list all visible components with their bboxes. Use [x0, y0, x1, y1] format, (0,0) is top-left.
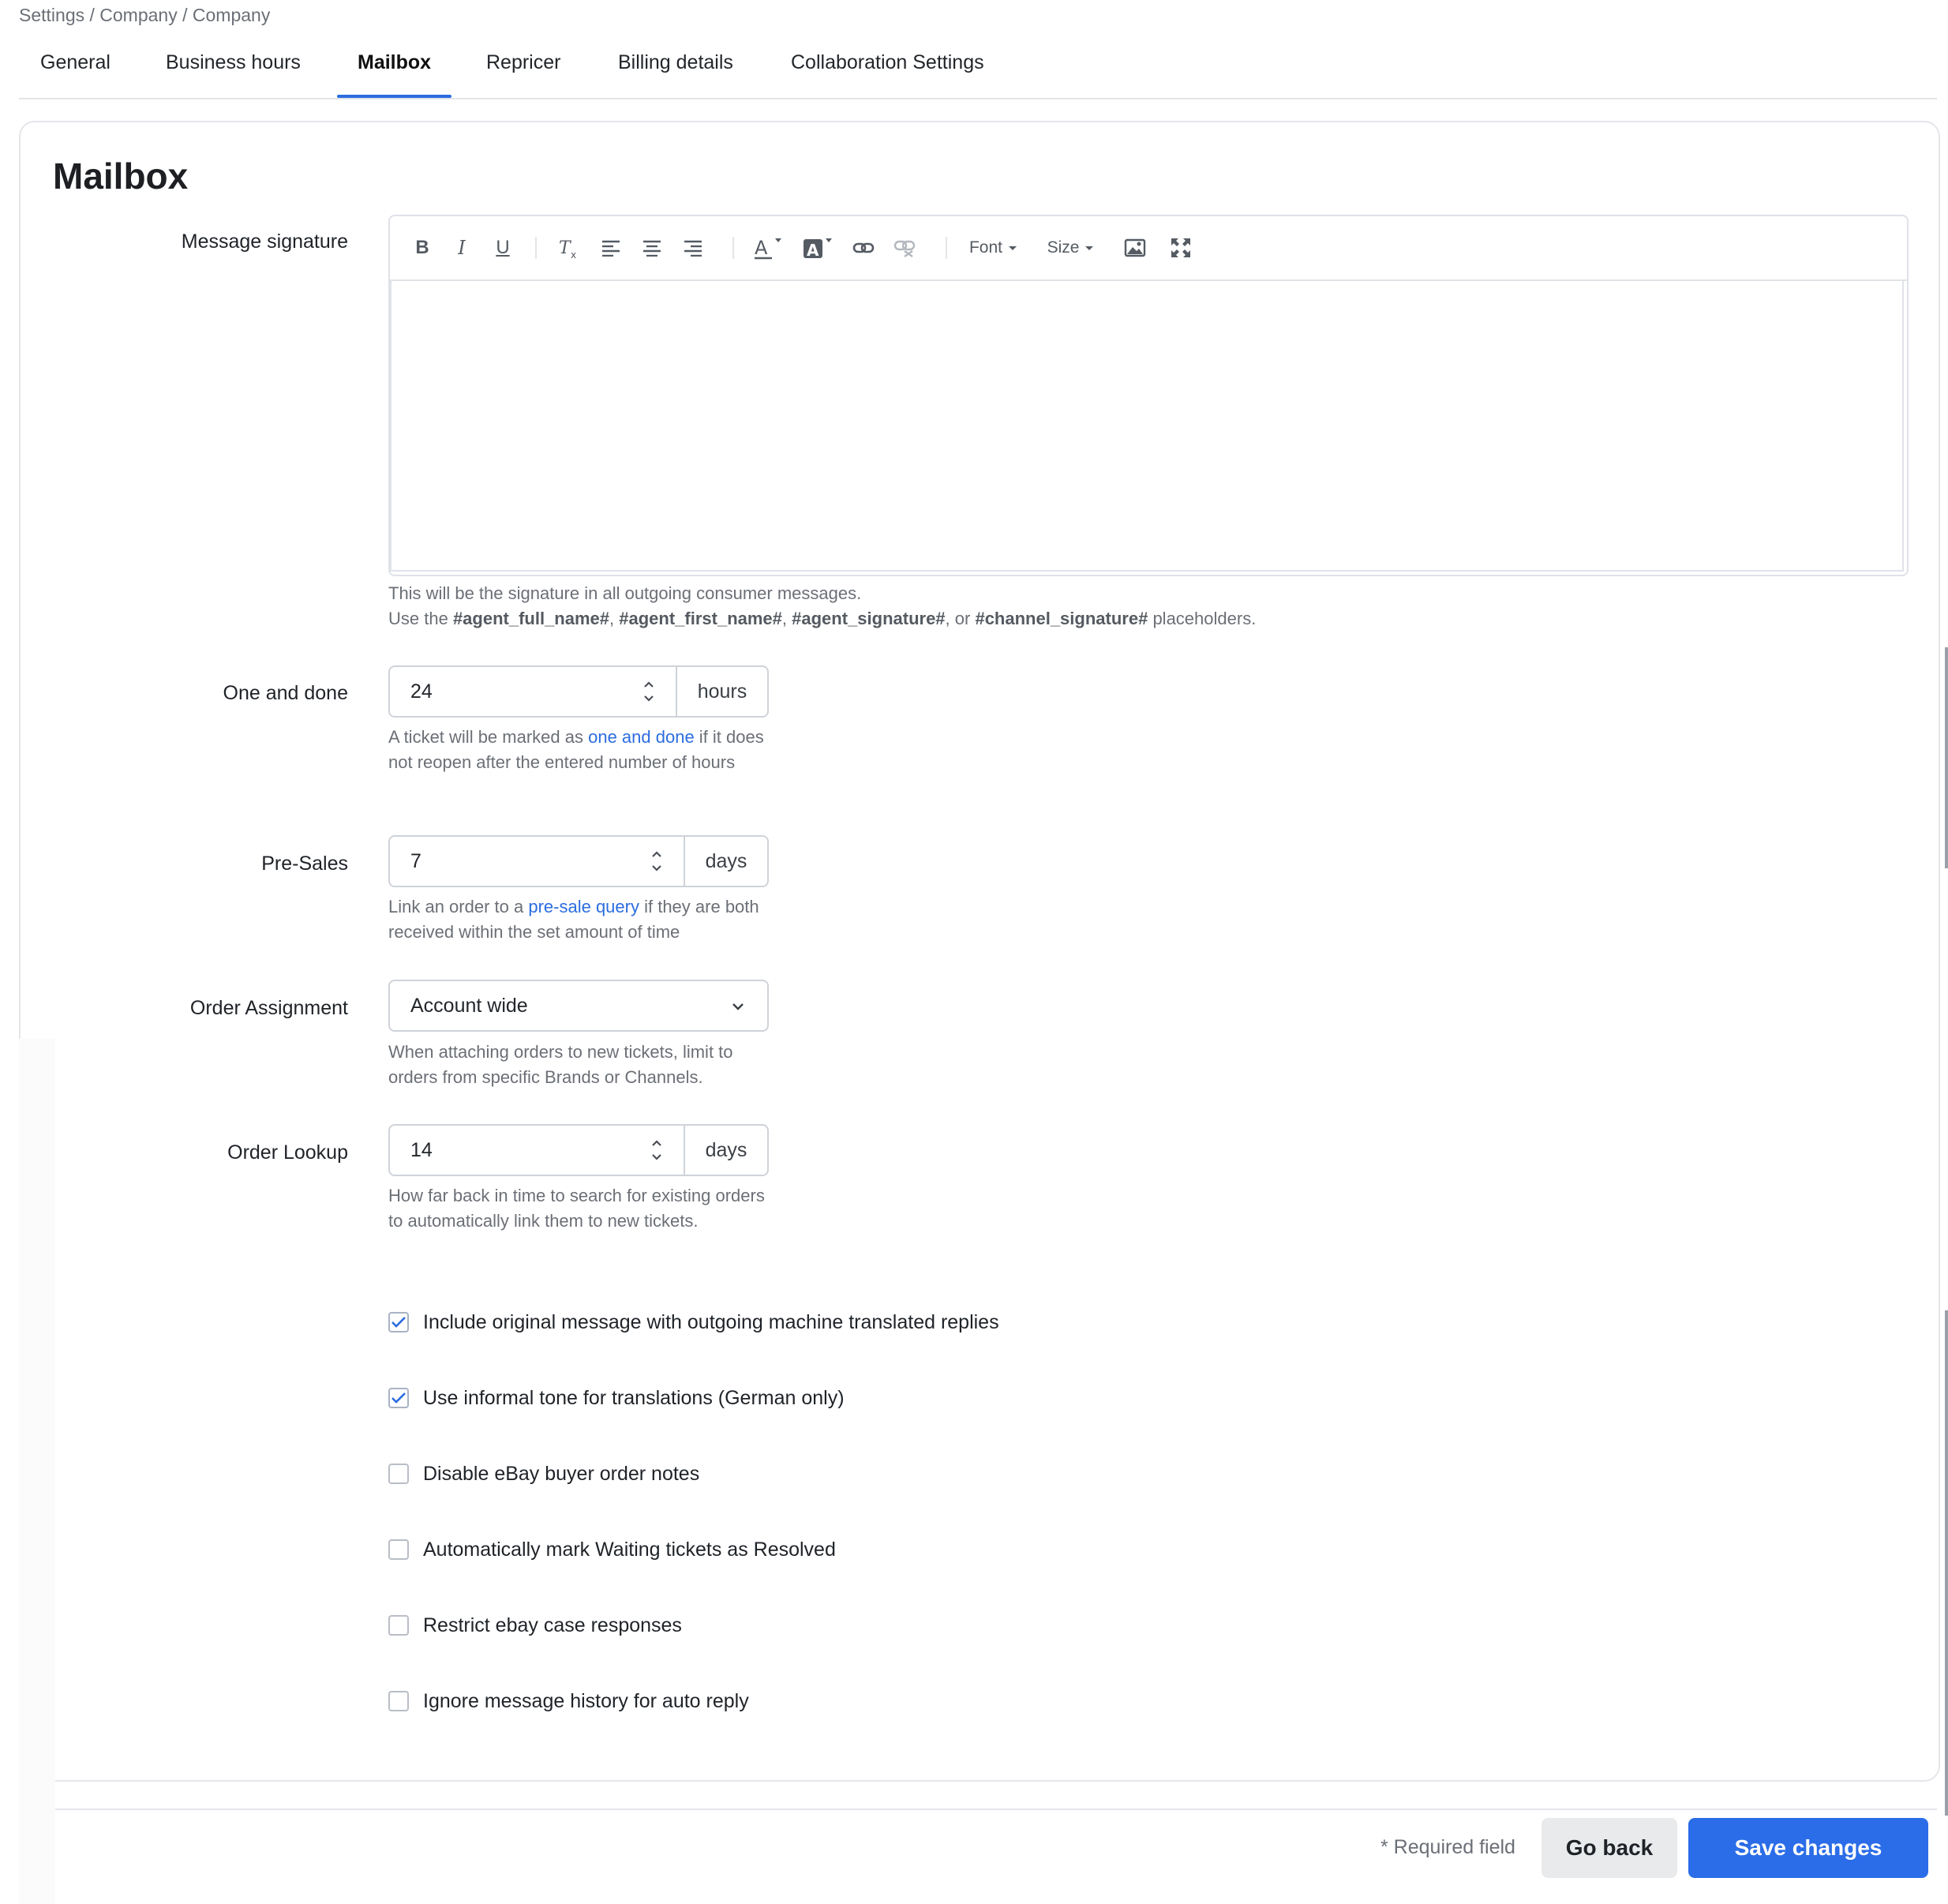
checkbox[interactable]: [388, 1312, 409, 1332]
toolbar-separator: [535, 237, 537, 259]
placeholder-agent-first-name: #agent_first_name#: [619, 609, 782, 628]
active-tab-indicator: [337, 95, 451, 98]
tab-collaboration-settings[interactable]: Collaboration Settings: [791, 46, 984, 96]
one-and-done-group: 24 hours: [388, 665, 769, 718]
editor-toolbar: B I U Tx A A Font Size: [390, 216, 1907, 281]
page-title: Mailbox: [53, 156, 189, 197]
order-assignment-select[interactable]: Account wide: [388, 980, 769, 1032]
pre-sales-label: Pre-Sales: [261, 853, 348, 875]
signature-text-area[interactable]: [390, 279, 1904, 572]
one-and-done-help: A ticket will be marked as one and done …: [388, 727, 764, 772]
size-dropdown-label: Size: [1047, 238, 1080, 257]
checkbox[interactable]: [388, 1615, 409, 1636]
unlink-icon[interactable]: [892, 234, 917, 262]
spinner-icon[interactable]: [649, 849, 665, 873]
go-back-button[interactable]: Go back: [1542, 1818, 1677, 1878]
placeholder-channel-signature: #channel_signature#: [975, 609, 1148, 628]
toolbar-separator: [946, 237, 947, 259]
one-and-done-label: One and done: [223, 682, 348, 704]
size-dropdown[interactable]: Size: [1043, 234, 1099, 262]
checkbox-label: Disable eBay buyer order notes: [423, 1462, 700, 1485]
pre-sales-unit: days: [705, 849, 747, 872]
breadcrumb: Settings / Company / Company: [19, 5, 271, 25]
tab-general[interactable]: General: [40, 46, 111, 96]
link-icon[interactable]: [851, 234, 876, 262]
scrollbar-thumb[interactable]: [1945, 647, 1948, 868]
align-left-icon[interactable]: [598, 234, 624, 262]
font-dropdown-label: Font: [968, 238, 1003, 257]
checkbox-label: Use informal tone for translations (Germ…: [423, 1386, 845, 1409]
order-lookup-input[interactable]: 14: [390, 1126, 685, 1175]
order-lookup-unit: days: [705, 1138, 747, 1161]
checkbox-label: Ignore message history for auto reply: [423, 1689, 749, 1712]
text-color-icon[interactable]: A: [753, 234, 785, 262]
tab-repricer[interactable]: Repricer: [486, 46, 560, 96]
order-lookup-help: How far back in time to search for exist…: [388, 1186, 765, 1231]
tab-mailbox[interactable]: Mailbox: [358, 46, 431, 96]
pre-sales-input[interactable]: 7: [390, 837, 685, 886]
signature-help: This will be the signature in all outgoi…: [388, 583, 1257, 628]
tab-billing-details[interactable]: Billing details: [618, 46, 733, 96]
chevron-down-icon: [1085, 246, 1094, 250]
checkbox-label: Automatically mark Waiting tickets as Re…: [423, 1538, 836, 1561]
checkbox[interactable]: [388, 1464, 409, 1484]
svg-text:A: A: [755, 237, 768, 259]
checkbox[interactable]: [388, 1388, 409, 1408]
tab-business-hours[interactable]: Business hours: [166, 46, 301, 96]
checkbox-disable-ebay-notes[interactable]: Disable eBay buyer order notes: [388, 1460, 699, 1487]
checkbox-informal-tone[interactable]: Use informal tone for translations (Germ…: [388, 1385, 845, 1411]
checkbox-auto-resolve[interactable]: Automatically mark Waiting tickets as Re…: [388, 1536, 836, 1563]
align-right-icon[interactable]: [680, 234, 706, 262]
one-and-done-unit: hours: [697, 680, 747, 703]
clear-format-icon[interactable]: Tx: [556, 234, 583, 262]
checkbox-ignore-history[interactable]: Ignore message history for auto reply: [388, 1688, 749, 1715]
scrollbar-thumb[interactable]: [1945, 1310, 1948, 1816]
chevron-down-icon: [1009, 246, 1017, 250]
checkbox[interactable]: [388, 1539, 409, 1560]
checkmark-icon: [391, 1392, 406, 1404]
checkbox[interactable]: [388, 1691, 409, 1711]
pre-sale-query-link[interactable]: pre-sale query: [528, 897, 639, 916]
underline-icon[interactable]: U: [491, 234, 515, 262]
pre-sales-group: 7 days: [388, 835, 769, 887]
checkbox-label: Include original message with outgoing m…: [423, 1310, 999, 1333]
bold-icon[interactable]: B: [410, 234, 434, 262]
svg-text:A: A: [807, 241, 819, 260]
spinner-icon[interactable]: [649, 1138, 665, 1162]
pre-sales-help: Link an order to a pre-sale query if the…: [388, 897, 759, 942]
signature-label: Message signature: [181, 231, 348, 253]
one-and-done-link[interactable]: one and done: [588, 727, 695, 747]
left-gutter: [19, 1039, 55, 1904]
toolbar-separator: [732, 237, 734, 259]
order-lookup-label: Order Lookup: [227, 1141, 348, 1164]
font-dropdown[interactable]: Font: [966, 234, 1021, 262]
checkbox-restrict-ebay[interactable]: Restrict ebay case responses: [388, 1612, 682, 1639]
align-center-icon[interactable]: [639, 234, 665, 262]
svg-text:x: x: [571, 249, 576, 260]
checkbox-label: Restrict ebay case responses: [423, 1614, 682, 1636]
placeholder-agent-signature: #agent_signature#: [792, 609, 946, 628]
required-field-note: * Required field: [1380, 1836, 1515, 1858]
one-and-done-input[interactable]: 24: [390, 667, 677, 716]
order-assignment-help: When attaching orders to new tickets, li…: [388, 1042, 733, 1087]
placeholder-agent-full-name: #agent_full_name#: [452, 609, 610, 628]
chevron-down-icon: [732, 1003, 744, 1010]
order-assignment-label: Order Assignment: [189, 997, 348, 1019]
save-changes-button[interactable]: Save changes: [1688, 1818, 1928, 1878]
highlight-color-icon[interactable]: A: [802, 234, 835, 262]
signature-editor: B I U Tx A A Font Size: [388, 215, 1909, 576]
checkbox-include-original[interactable]: Include original message with outgoing m…: [388, 1309, 999, 1336]
order-lookup-group: 14 days: [388, 1124, 769, 1176]
italic-icon[interactable]: I: [450, 234, 474, 262]
image-icon[interactable]: [1122, 234, 1148, 262]
fullscreen-icon[interactable]: [1168, 234, 1193, 262]
checkmark-icon: [391, 1317, 406, 1328]
footer-divider: [55, 1808, 1937, 1810]
spinner-icon[interactable]: [641, 680, 657, 703]
tab-bar: General Business hours Mailbox Repricer …: [19, 46, 1937, 99]
